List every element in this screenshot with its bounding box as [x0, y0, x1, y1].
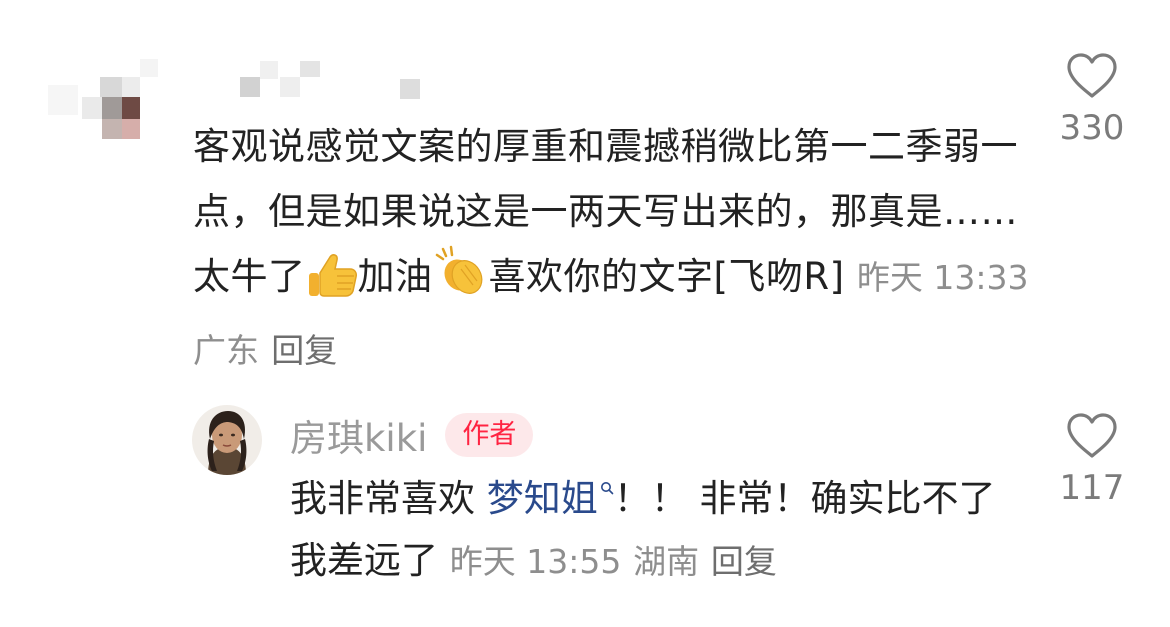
comment-ending: 喜欢你的文字[飞吻R]	[488, 255, 845, 298]
search-icon	[600, 482, 614, 495]
comment-cheer: 加油	[357, 255, 433, 298]
thumbs-up-icon	[306, 252, 358, 317]
reply-location: 湖南	[633, 542, 700, 581]
reply-like-count: 117	[1059, 468, 1125, 508]
clapping-hands-icon	[433, 245, 489, 317]
comment-reply-button[interactable]: 回复	[271, 331, 337, 370]
author-avatar[interactable]	[192, 405, 262, 475]
reply-like-button[interactable]: 117	[1032, 412, 1152, 508]
reply-body-start: 我非常喜欢	[290, 477, 487, 520]
reply-header: 房琪kiki 作者	[290, 408, 534, 462]
comment-like-count: 330	[1059, 108, 1125, 148]
reply-time: 昨天 13:55	[449, 542, 622, 581]
comment-time: 昨天 13:33	[856, 258, 1029, 297]
heart-icon	[1067, 53, 1117, 98]
reply-text: 我非常喜欢 梦知姐！！ 非常！确实比不了 我差远了 昨天 13:55 湖南 回复	[290, 468, 1010, 593]
comment-location: 广东	[193, 331, 259, 370]
commenter-avatar-blurred[interactable]	[48, 55, 158, 150]
commenter-name-blurred[interactable]	[236, 57, 426, 103]
author-name[interactable]: 房琪kiki	[290, 408, 427, 462]
mention-name[interactable]: 梦知姐	[487, 477, 598, 520]
author-badge: 作者	[445, 413, 534, 457]
reply-reply-button[interactable]: 回复	[711, 542, 777, 581]
heart-icon	[1067, 413, 1117, 458]
comment-like-button[interactable]: 330	[1032, 52, 1152, 148]
comment-text: 客观说感觉文案的厚重和震撼稍微比第一二季弱一点，但是如果说这是一两天写出来的，那…	[193, 114, 1033, 383]
mention-link[interactable]: 梦知姐	[487, 477, 614, 520]
